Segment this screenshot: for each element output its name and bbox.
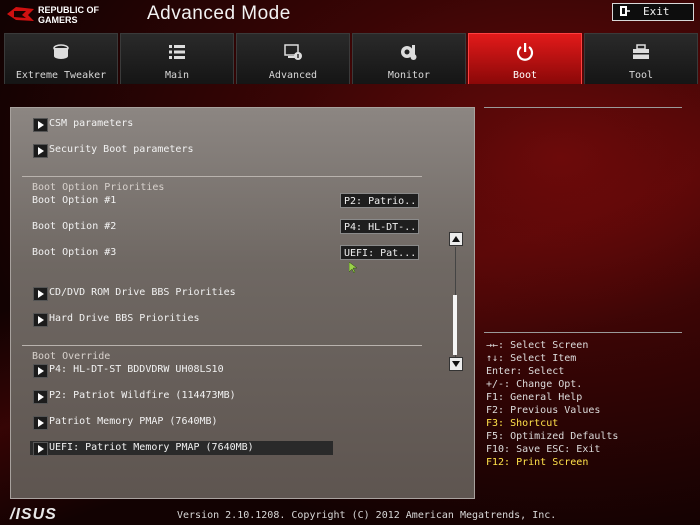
tab-advanced[interactable]: Advanced [236, 33, 350, 84]
brand-line1: REPUBLIC OF [38, 5, 100, 15]
boot-option-3-value[interactable]: UEFI: Pat... [340, 245, 419, 260]
divider [22, 176, 422, 177]
override-item[interactable]: P2: Patriot Wildfire (114473MB) [49, 390, 236, 401]
boot-option-2-label: Boot Option #2 [32, 221, 117, 232]
help-line: Enter: Select [486, 366, 565, 377]
key-help-list: →←: Select Screen ↑↓: Select Item Enter:… [486, 339, 618, 469]
scroll-down-button[interactable] [449, 357, 463, 371]
override-item[interactable]: P4: HL-DT-ST BDDVDRW UH08LS10 [49, 364, 224, 375]
submenu-arrow-icon [33, 442, 48, 456]
override-item-selected[interactable]: UEFI: Patriot Memory PMAP (7640MB) [49, 442, 254, 453]
boot-option-1-value[interactable]: P2: Patrio... [340, 193, 419, 208]
submenu-hard-drive-bbs-priorities[interactable]: Hard Drive BBS Priorities [49, 313, 200, 324]
version-text: Version 2.10.1208. Copyright (C) 2012 Am… [177, 510, 557, 521]
divider [22, 345, 422, 346]
help-line-print-screen[interactable]: F12: Print Screen [486, 456, 618, 469]
boot-option-3-label: Boot Option #3 [32, 247, 117, 258]
tool-icon [633, 44, 649, 59]
submenu-cd-dvd-bbs-priorities[interactable]: CD/DVD ROM Drive BBS Priorities [49, 287, 236, 298]
tab-boot[interactable]: Boot [468, 33, 582, 84]
rog-logo: REPUBLIC OF GAMERS [6, 3, 126, 27]
tab-main[interactable]: Main [120, 33, 234, 84]
help-line: ↑↓: Select Item [486, 353, 577, 364]
scroll-up-button[interactable] [449, 232, 463, 246]
brand-line2: GAMERS [38, 15, 78, 25]
help-line: +/-: Change Opt. [486, 379, 583, 390]
advanced-icon [284, 44, 302, 60]
brand-text: REPUBLIC OF GAMERS [38, 5, 99, 25]
tab-label: Extreme Tweaker [15, 70, 107, 81]
tab-tool[interactable]: Tool [584, 33, 698, 84]
exit-button[interactable]: Exit [612, 3, 694, 21]
tab-label: Main [164, 70, 190, 81]
help-divider-top [484, 107, 682, 108]
submenu-arrow-icon [33, 416, 48, 430]
submenu-security-boot[interactable]: Security Boot parameters [49, 144, 194, 155]
submenu-arrow-icon [33, 313, 48, 327]
tab-label: Tool [628, 70, 654, 81]
tab-label: Monitor [387, 70, 431, 81]
submenu-arrow-icon [33, 390, 48, 404]
asus-logo: /ISUS [10, 506, 57, 523]
scroll-thumb[interactable] [453, 295, 457, 355]
exit-icon [620, 6, 630, 16]
override-item[interactable]: Patriot Memory PMAP (7640MB) [49, 416, 218, 427]
exit-label: Exit [643, 5, 670, 18]
tab-monitor[interactable]: Monitor [352, 33, 466, 84]
section-boot-option-priorities: Boot Option Priorities [32, 182, 165, 193]
submenu-arrow-icon [33, 144, 48, 158]
monitor-icon [401, 45, 417, 60]
power-icon [516, 43, 534, 61]
help-line: F5: Optimized Defaults [486, 431, 619, 442]
rog-eye-icon [7, 7, 34, 21]
tab-extreme-tweaker[interactable]: Extreme Tweaker [4, 33, 118, 84]
mode-title: Advanced Mode [147, 3, 291, 24]
help-divider-mid [484, 332, 682, 333]
boot-option-1-label: Boot Option #1 [32, 195, 117, 206]
mouse-cursor-icon [349, 262, 357, 274]
help-line: F2: Previous Values [486, 405, 601, 416]
boot-option-2-value[interactable]: P4: HL-DT-... [340, 219, 419, 234]
submenu-arrow-icon [33, 118, 48, 132]
tweaker-icon [53, 44, 69, 59]
tab-label: Boot [512, 70, 538, 81]
help-line: F10: Save ESC: Exit [486, 444, 601, 455]
submenu-arrow-icon [33, 287, 48, 301]
help-line-shortcut[interactable]: F3: Shortcut [486, 417, 618, 430]
help-line: F1: General Help [486, 392, 583, 403]
help-line: →←: Select Screen [486, 340, 589, 351]
submenu-csm-parameters[interactable]: CSM parameters [49, 118, 133, 129]
submenu-arrow-icon [33, 364, 48, 378]
tab-label: Advanced [268, 70, 318, 81]
list-icon [169, 45, 185, 59]
top-bar: REPUBLIC OF GAMERS Advanced Mode Exit [0, 0, 700, 30]
section-boot-override: Boot Override [32, 351, 111, 362]
